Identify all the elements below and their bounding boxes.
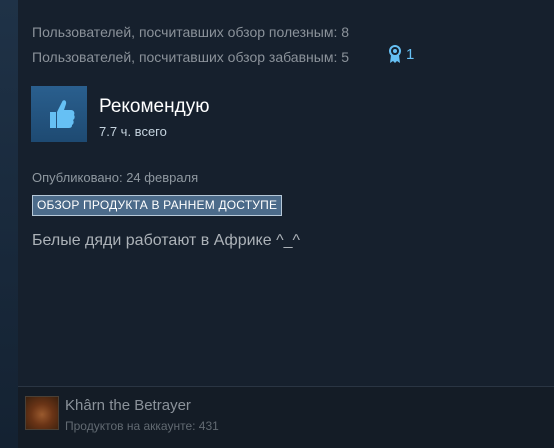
author-block: Khârn the Betrayer Продуктов на аккаунте… bbox=[18, 387, 554, 448]
author-name[interactable]: Khârn the Betrayer bbox=[65, 397, 191, 414]
review-body: Белые дяди работают в Африке ^_^ bbox=[32, 232, 300, 249]
author-products-count: Продуктов на аккаунте: 431 bbox=[65, 419, 219, 433]
award-count: 1 bbox=[406, 45, 415, 63]
avatar[interactable] bbox=[25, 396, 59, 430]
helpful-count: Пользователей, посчитавших обзор полезны… bbox=[32, 24, 350, 40]
review-card: Пользователей, посчитавших обзор полезны… bbox=[18, 0, 554, 448]
award-indicator[interactable]: 1 bbox=[388, 44, 414, 64]
playtime-hours: 7.7 ч. всего bbox=[99, 124, 167, 139]
recommendation-block: Рекомендую 7.7 ч. всего bbox=[31, 86, 209, 142]
recommendation-title[interactable]: Рекомендую bbox=[99, 96, 209, 118]
early-access-badge: ОБЗОР ПРОДУКТА В РАННЕМ ДОСТУПЕ bbox=[32, 195, 283, 216]
funny-count: Пользователей, посчитавших обзор забавны… bbox=[32, 49, 350, 65]
award-ribbon-icon bbox=[388, 44, 402, 64]
thumbs-up-icon bbox=[31, 86, 87, 142]
posted-date: Опубликовано: 24 февраля bbox=[32, 170, 199, 185]
